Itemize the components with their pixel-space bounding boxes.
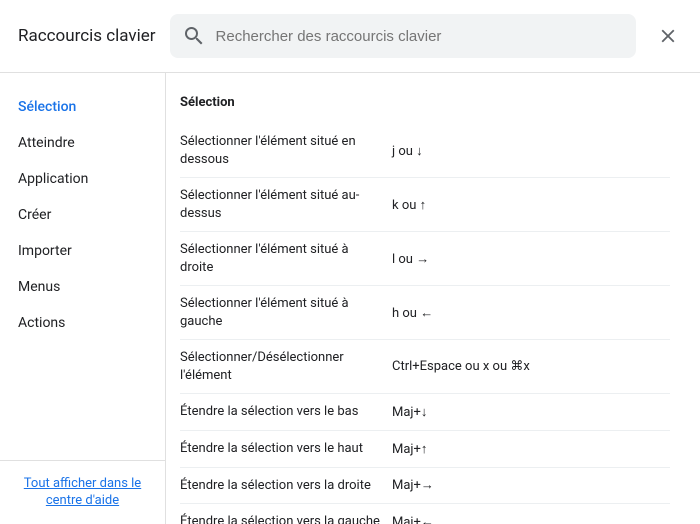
shortcut-row: Étendre la sélection vers le hautMaj+↑ bbox=[180, 431, 670, 468]
shortcut-keys: l ou → bbox=[392, 251, 670, 267]
header: Raccourcis clavier bbox=[0, 0, 700, 72]
sidebar-item[interactable]: Créer bbox=[0, 197, 165, 233]
close-icon bbox=[657, 25, 679, 47]
content: Sélection Sélectionner l'élément situé e… bbox=[166, 73, 700, 524]
sidebar-item[interactable]: Importer bbox=[0, 233, 165, 269]
shortcut-row: Étendre la sélection vers le basMaj+↓ bbox=[180, 394, 670, 431]
shortcut-keys: j ou ↓ bbox=[392, 143, 670, 159]
shortcut-keys: Ctrl+Espace ou x ou ⌘x bbox=[392, 359, 670, 374]
shortcut-description: Sélectionner l'élément situé au-dessus bbox=[180, 187, 392, 222]
sidebar-item[interactable]: Menus bbox=[0, 269, 165, 305]
shortcut-keys: Maj+↑ bbox=[392, 441, 670, 457]
search-icon bbox=[182, 24, 206, 48]
shortcut-row: Sélectionner l'élément situé à gaucheh o… bbox=[180, 286, 670, 340]
sidebar-nav: SélectionAtteindreApplicationCréerImport… bbox=[0, 73, 165, 460]
sidebar-item[interactable]: Sélection bbox=[0, 89, 165, 125]
search-input[interactable] bbox=[216, 28, 628, 45]
shortcut-row: Sélectionner l'élément situé au-dessusk … bbox=[180, 178, 670, 232]
shortcut-keys: Maj+← bbox=[392, 514, 670, 524]
page-title: Raccourcis clavier bbox=[18, 26, 156, 46]
sidebar-footer: Tout afficher dans le centre d'aide bbox=[0, 460, 165, 524]
shortcut-keys: k ou ↑ bbox=[392, 197, 670, 213]
shortcut-description: Sélectionner/Désélectionner l'élément bbox=[180, 349, 392, 384]
shortcut-list: Sélectionner l'élément situé en dessousj… bbox=[180, 124, 670, 524]
shortcut-row: Sélectionner l'élément situé à droitel o… bbox=[180, 232, 670, 286]
shortcut-description: Sélectionner l'élément situé en dessous bbox=[180, 133, 392, 168]
sidebar-item[interactable]: Actions bbox=[0, 305, 165, 341]
help-center-link[interactable]: Tout afficher dans le centre d'aide bbox=[12, 475, 153, 510]
shortcut-description: Sélectionner l'élément situé à gauche bbox=[180, 295, 392, 330]
sidebar-item[interactable]: Atteindre bbox=[0, 125, 165, 161]
shortcut-row: Étendre la sélection vers la droiteMaj+→ bbox=[180, 468, 670, 505]
shortcut-keys: Maj+↓ bbox=[392, 404, 670, 420]
sidebar: SélectionAtteindreApplicationCréerImport… bbox=[0, 73, 166, 524]
section-title: Sélection bbox=[180, 95, 670, 110]
shortcut-description: Étendre la sélection vers le haut bbox=[180, 440, 392, 458]
shortcut-description: Sélectionner l'élément situé à droite bbox=[180, 241, 392, 276]
shortcut-row: Étendre la sélection vers la gaucheMaj+← bbox=[180, 504, 670, 524]
body: SélectionAtteindreApplicationCréerImport… bbox=[0, 73, 700, 524]
sidebar-item[interactable]: Application bbox=[0, 161, 165, 197]
shortcut-keys: h ou ← bbox=[392, 305, 670, 321]
shortcut-row: Sélectionner/Désélectionner l'élémentCtr… bbox=[180, 340, 670, 394]
shortcut-row: Sélectionner l'élément situé en dessousj… bbox=[180, 124, 670, 178]
shortcut-description: Étendre la sélection vers la droite bbox=[180, 477, 392, 495]
shortcut-keys: Maj+→ bbox=[392, 477, 670, 493]
search-box[interactable] bbox=[170, 14, 636, 58]
shortcut-description: Étendre la sélection vers le bas bbox=[180, 403, 392, 421]
shortcut-description: Étendre la sélection vers la gauche bbox=[180, 513, 392, 524]
close-button[interactable] bbox=[648, 16, 688, 56]
